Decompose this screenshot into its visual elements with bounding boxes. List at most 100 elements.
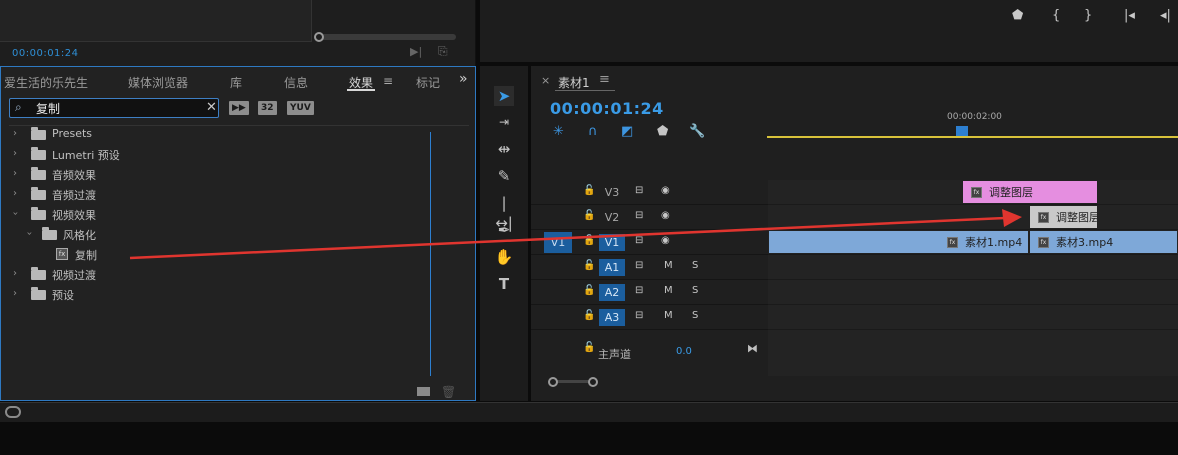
lane-a2[interactable] xyxy=(768,280,1178,305)
pen-tool-icon[interactable]: ✒ xyxy=(494,220,514,240)
tab-info[interactable]: 信息 xyxy=(284,74,308,91)
chevron-right-icon[interactable]: › xyxy=(13,148,17,159)
panel-menu-icon[interactable]: ≡ xyxy=(383,74,393,88)
source-patch-v1[interactable]: V1 xyxy=(544,232,572,253)
sync-lock-icon[interactable]: ⊟ xyxy=(635,310,643,321)
timeline-timecode[interactable]: 00:00:01:24 xyxy=(550,99,664,118)
tab-project[interactable]: 爱生活的乐先生 xyxy=(4,74,88,91)
source-zoom-scrollbar[interactable] xyxy=(314,32,456,42)
lane-a3[interactable] xyxy=(768,305,1178,330)
playhead-handle[interactable] xyxy=(956,126,968,136)
razor-tool-icon[interactable]: ✎ xyxy=(494,166,514,186)
close-icon[interactable]: × xyxy=(541,74,550,87)
clip-adjustment-layer-v3[interactable]: fx 调整图层 xyxy=(962,180,1098,204)
lock-icon[interactable]: 🔓 xyxy=(583,210,595,221)
master-lock-icon[interactable]: 🔓 xyxy=(583,342,595,353)
time-ruler[interactable]: 00:00:02:00 xyxy=(767,106,1178,138)
work-area-bar[interactable] xyxy=(767,136,1178,138)
slip-tool-icon[interactable]: |↔| xyxy=(494,193,514,232)
solo-button[interactable]: S xyxy=(692,285,698,296)
sync-lock-icon[interactable]: ⊟ xyxy=(635,235,643,246)
yuv-filter-icon[interactable]: YUV xyxy=(287,101,314,115)
selection-tool-icon[interactable]: ➤ xyxy=(494,86,514,106)
tree-item-presets[interactable]: › Presets xyxy=(1,125,471,145)
mark-out-icon[interactable]: } xyxy=(1084,8,1092,23)
sync-lock-icon[interactable]: ⊟ xyxy=(635,260,643,271)
lock-icon[interactable]: 🔓 xyxy=(583,185,595,196)
tab-markers[interactable]: 标记 xyxy=(416,74,440,91)
source-timecode[interactable]: 00:00:01:24 xyxy=(12,48,79,59)
insert-icon[interactable]: ▶| xyxy=(410,45,422,58)
scroll-left-handle[interactable] xyxy=(314,32,324,42)
master-volume-value[interactable]: 0.0 xyxy=(676,346,692,357)
creative-cloud-icon[interactable] xyxy=(5,406,21,418)
tree-item-presets-cn[interactable]: › 预设 xyxy=(1,285,471,305)
new-bin-icon[interactable] xyxy=(417,387,430,396)
tree-item-lumetri-presets[interactable]: › Lumetri 预设 xyxy=(1,145,471,165)
chevron-right-icon[interactable]: › xyxy=(13,128,17,139)
lock-icon[interactable]: 🔓 xyxy=(583,285,595,296)
track-name[interactable]: V2 xyxy=(599,209,625,226)
eye-icon[interactable]: ◉ xyxy=(661,235,670,246)
settings-wrench-icon[interactable]: 🔧 xyxy=(689,124,705,139)
track-name[interactable]: A2 xyxy=(599,284,625,301)
step-back-icon[interactable]: ◂| xyxy=(1160,8,1171,23)
tree-item-audio-transitions[interactable]: › 音频过渡 xyxy=(1,185,471,205)
export-frame-icon[interactable]: ⎘ xyxy=(438,44,448,59)
lock-icon[interactable]: 🔓 xyxy=(583,310,595,321)
type-tool-icon[interactable]: T xyxy=(494,274,514,294)
snap-icon[interactable]: ∩ xyxy=(588,124,598,139)
tree-item-replicate[interactable]: fx 复制 xyxy=(1,245,471,265)
trash-icon[interactable]: 🗑 xyxy=(441,385,456,399)
sequence-tab[interactable]: 素材1 xyxy=(558,74,590,91)
chevron-right-icon[interactable]: › xyxy=(13,168,17,179)
mute-button[interactable]: M xyxy=(664,260,673,271)
nest-toggle-icon[interactable]: ✳ xyxy=(553,124,564,139)
track-name[interactable]: A3 xyxy=(599,309,625,326)
sequence-menu-icon[interactable]: ≡ xyxy=(599,72,610,87)
mute-button[interactable]: M xyxy=(664,285,673,296)
mark-in-icon[interactable]: { xyxy=(1052,8,1060,23)
go-to-in-icon[interactable]: |◂ xyxy=(1124,8,1135,23)
chevron-down-icon[interactable]: › xyxy=(24,232,35,236)
track-name[interactable]: A1 xyxy=(599,259,625,276)
scroll-left-handle[interactable] xyxy=(548,377,558,387)
marker-icon[interactable]: ⬟ xyxy=(1012,8,1023,23)
clip-video1[interactable]: fx 素材1.mp4 xyxy=(768,230,1029,254)
track-select-tool-icon[interactable]: ⇥ xyxy=(494,112,514,132)
hand-tool-icon[interactable]: ✋ xyxy=(494,247,514,267)
linked-selection-icon[interactable]: ◩ xyxy=(621,124,633,139)
clear-search-icon[interactable]: ✕ xyxy=(206,100,217,115)
tree-item-audio-effects[interactable]: › 音频效果 xyxy=(1,165,471,185)
tree-item-stylize[interactable]: › 风格化 xyxy=(1,225,471,245)
tab-library[interactable]: 库 xyxy=(230,74,242,91)
chevron-down-icon[interactable]: › xyxy=(10,212,21,216)
lane-v2[interactable] xyxy=(768,205,1178,230)
sync-lock-icon[interactable]: ⊟ xyxy=(635,185,643,196)
timeline-zoom-scrollbar[interactable] xyxy=(548,376,598,388)
tree-item-video-transitions[interactable]: › 视频过渡 xyxy=(1,265,471,285)
lock-icon[interactable]: 🔓 xyxy=(583,260,595,271)
clip-video3[interactable]: fx 素材3.mp4 xyxy=(1029,230,1178,254)
search-input[interactable] xyxy=(36,101,196,116)
add-marker-icon[interactable]: ⬟ xyxy=(657,124,668,139)
solo-button[interactable]: S xyxy=(692,260,698,271)
clip-adjustment-layer-v2[interactable]: fx 调整图层 xyxy=(1029,205,1098,229)
track-name[interactable]: V3 xyxy=(599,184,625,201)
lock-icon[interactable]: 🔓 xyxy=(583,235,595,246)
tab-media-browser[interactable]: 媒体浏览器 xyxy=(128,74,188,91)
master-go-to-icon[interactable]: ⧓ xyxy=(747,342,758,355)
accelerated-effects-filter-icon[interactable]: ▶▶ xyxy=(229,101,249,115)
scroll-right-handle[interactable] xyxy=(588,377,598,387)
solo-button[interactable]: S xyxy=(692,310,698,321)
sync-lock-icon[interactable]: ⊟ xyxy=(635,210,643,221)
eye-icon[interactable]: ◉ xyxy=(661,210,670,221)
eye-icon[interactable]: ◉ xyxy=(661,185,670,196)
tree-item-video-effects[interactable]: › 视频效果 xyxy=(1,205,471,225)
sync-lock-icon[interactable]: ⊟ xyxy=(635,285,643,296)
mute-button[interactable]: M xyxy=(664,310,673,321)
32bit-filter-icon[interactable]: 32 xyxy=(258,101,277,115)
ripple-edit-tool-icon[interactable]: ⇹ xyxy=(494,139,514,159)
chevron-right-icon[interactable]: › xyxy=(13,288,17,299)
lane-a1[interactable] xyxy=(768,255,1178,280)
